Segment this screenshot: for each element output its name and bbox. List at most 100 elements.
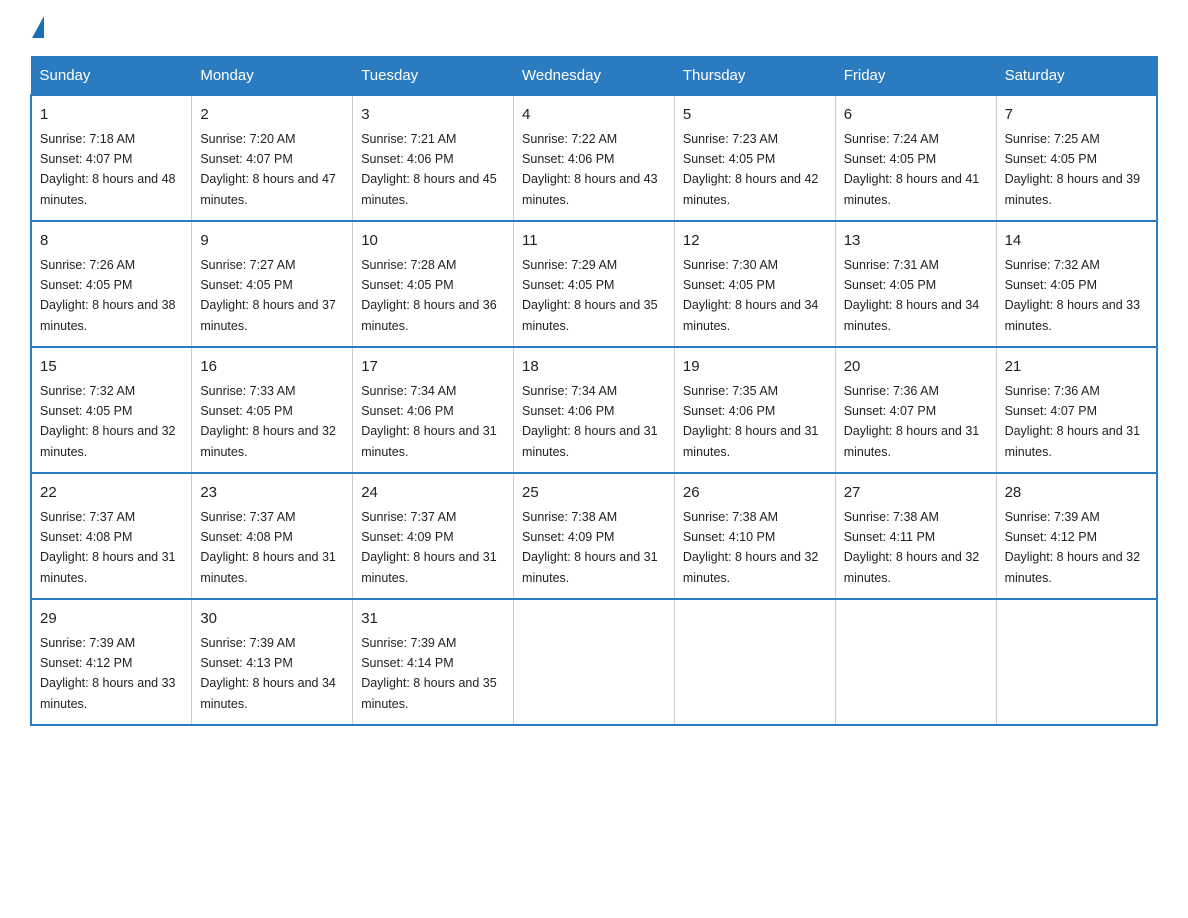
calendar-cell: 27 Sunrise: 7:38 AMSunset: 4:11 PMDayligh… <box>835 473 996 599</box>
page-header <box>30 20 1158 38</box>
day-number: 19 <box>683 356 827 379</box>
calendar-cell: 12 Sunrise: 7:30 AMSunset: 4:05 PMDayligh… <box>674 221 835 347</box>
day-info: Sunrise: 7:36 AMSunset: 4:07 PMDaylight:… <box>1005 384 1141 459</box>
calendar-cell <box>514 599 675 725</box>
day-info: Sunrise: 7:26 AMSunset: 4:05 PMDaylight:… <box>40 258 176 333</box>
calendar-cell: 18 Sunrise: 7:34 AMSunset: 4:06 PMDayligh… <box>514 347 675 473</box>
logo-text <box>30 20 44 38</box>
calendar-cell: 15Sunrise: 7:32 AMSunset: 4:05 PMDayligh… <box>31 347 192 473</box>
day-info: Sunrise: 7:39 AMSunset: 4:13 PMDaylight:… <box>200 636 336 711</box>
calendar-cell: 24 Sunrise: 7:37 AMSunset: 4:09 PMDayligh… <box>353 473 514 599</box>
day-info: Sunrise: 7:22 AMSunset: 4:06 PMDaylight:… <box>522 132 658 207</box>
day-number: 14 <box>1005 230 1148 253</box>
day-number: 16 <box>200 356 344 379</box>
day-info: Sunrise: 7:34 AMSunset: 4:06 PMDaylight:… <box>522 384 658 459</box>
day-info: Sunrise: 7:34 AMSunset: 4:06 PMDaylight:… <box>361 384 497 459</box>
day-info: Sunrise: 7:37 AMSunset: 4:08 PMDaylight:… <box>40 510 176 585</box>
day-info: Sunrise: 7:30 AMSunset: 4:05 PMDaylight:… <box>683 258 819 333</box>
day-number: 5 <box>683 104 827 127</box>
day-number: 7 <box>1005 104 1148 127</box>
day-number: 22 <box>40 482 183 505</box>
calendar-cell: 9 Sunrise: 7:27 AMSunset: 4:05 PMDaylight… <box>192 221 353 347</box>
day-number: 25 <box>522 482 666 505</box>
day-number: 1 <box>40 104 183 127</box>
day-number: 8 <box>40 230 183 253</box>
week-row-2: 8 Sunrise: 7:26 AMSunset: 4:05 PMDaylight… <box>31 221 1157 347</box>
calendar-cell: 13Sunrise: 7:31 AMSunset: 4:05 PMDayligh… <box>835 221 996 347</box>
day-number: 21 <box>1005 356 1148 379</box>
day-number: 11 <box>522 230 666 253</box>
weekday-header-friday: Friday <box>835 57 996 96</box>
calendar-cell: 5 Sunrise: 7:23 AMSunset: 4:05 PMDaylight… <box>674 95 835 221</box>
day-number: 6 <box>844 104 988 127</box>
weekday-header-row: SundayMondayTuesdayWednesdayThursdayFrid… <box>31 57 1157 96</box>
day-info: Sunrise: 7:35 AMSunset: 4:06 PMDaylight:… <box>683 384 819 459</box>
day-info: Sunrise: 7:38 AMSunset: 4:10 PMDaylight:… <box>683 510 819 585</box>
day-info: Sunrise: 7:39 AMSunset: 4:14 PMDaylight:… <box>361 636 497 711</box>
day-number: 24 <box>361 482 505 505</box>
calendar-cell: 26 Sunrise: 7:38 AMSunset: 4:10 PMDayligh… <box>674 473 835 599</box>
calendar-cell: 7Sunrise: 7:25 AMSunset: 4:05 PMDaylight… <box>996 95 1157 221</box>
day-info: Sunrise: 7:32 AMSunset: 4:05 PMDaylight:… <box>1005 258 1141 333</box>
calendar-cell: 6Sunrise: 7:24 AMSunset: 4:05 PMDaylight… <box>835 95 996 221</box>
calendar-table: SundayMondayTuesdayWednesdayThursdayFrid… <box>30 56 1158 726</box>
weekday-header-sunday: Sunday <box>31 57 192 96</box>
day-number: 17 <box>361 356 505 379</box>
calendar-cell: 10 Sunrise: 7:28 AMSunset: 4:05 PMDayligh… <box>353 221 514 347</box>
day-number: 4 <box>522 104 666 127</box>
day-info: Sunrise: 7:38 AMSunset: 4:11 PMDaylight:… <box>844 510 980 585</box>
calendar-cell: 22 Sunrise: 7:37 AMSunset: 4:08 PMDayligh… <box>31 473 192 599</box>
day-number: 29 <box>40 608 183 631</box>
calendar-cell: 16 Sunrise: 7:33 AMSunset: 4:05 PMDayligh… <box>192 347 353 473</box>
calendar-cell: 4 Sunrise: 7:22 AMSunset: 4:06 PMDaylight… <box>514 95 675 221</box>
day-info: Sunrise: 7:37 AMSunset: 4:09 PMDaylight:… <box>361 510 497 585</box>
day-number: 2 <box>200 104 344 127</box>
day-info: Sunrise: 7:23 AMSunset: 4:05 PMDaylight:… <box>683 132 819 207</box>
day-number: 18 <box>522 356 666 379</box>
calendar-cell: 3Sunrise: 7:21 AMSunset: 4:06 PMDaylight… <box>353 95 514 221</box>
day-info: Sunrise: 7:39 AMSunset: 4:12 PMDaylight:… <box>1005 510 1141 585</box>
calendar-cell: 19 Sunrise: 7:35 AMSunset: 4:06 PMDayligh… <box>674 347 835 473</box>
day-number: 9 <box>200 230 344 253</box>
calendar-cell: 23 Sunrise: 7:37 AMSunset: 4:08 PMDayligh… <box>192 473 353 599</box>
day-number: 23 <box>200 482 344 505</box>
week-row-5: 29Sunrise: 7:39 AMSunset: 4:12 PMDayligh… <box>31 599 1157 725</box>
calendar-cell: 21 Sunrise: 7:36 AMSunset: 4:07 PMDayligh… <box>996 347 1157 473</box>
calendar-cell: 2Sunrise: 7:20 AMSunset: 4:07 PMDaylight… <box>192 95 353 221</box>
day-info: Sunrise: 7:38 AMSunset: 4:09 PMDaylight:… <box>522 510 658 585</box>
week-row-3: 15Sunrise: 7:32 AMSunset: 4:05 PMDayligh… <box>31 347 1157 473</box>
calendar-cell: 28 Sunrise: 7:39 AMSunset: 4:12 PMDayligh… <box>996 473 1157 599</box>
week-row-1: 1 Sunrise: 7:18 AMSunset: 4:07 PMDaylight… <box>31 95 1157 221</box>
day-number: 3 <box>361 104 505 127</box>
day-info: Sunrise: 7:31 AMSunset: 4:05 PMDaylight:… <box>844 258 980 333</box>
calendar-cell <box>996 599 1157 725</box>
day-number: 31 <box>361 608 505 631</box>
logo-triangle-icon <box>32 16 44 38</box>
calendar-cell: 25 Sunrise: 7:38 AMSunset: 4:09 PMDayligh… <box>514 473 675 599</box>
day-number: 26 <box>683 482 827 505</box>
day-number: 20 <box>844 356 988 379</box>
day-info: Sunrise: 7:27 AMSunset: 4:05 PMDaylight:… <box>200 258 336 333</box>
day-number: 10 <box>361 230 505 253</box>
logo <box>30 20 44 38</box>
day-number: 12 <box>683 230 827 253</box>
day-info: Sunrise: 7:29 AMSunset: 4:05 PMDaylight:… <box>522 258 658 333</box>
calendar-cell: 30Sunrise: 7:39 AMSunset: 4:13 PMDayligh… <box>192 599 353 725</box>
day-info: Sunrise: 7:18 AMSunset: 4:07 PMDaylight:… <box>40 132 176 207</box>
day-info: Sunrise: 7:28 AMSunset: 4:05 PMDaylight:… <box>361 258 497 333</box>
day-info: Sunrise: 7:36 AMSunset: 4:07 PMDaylight:… <box>844 384 980 459</box>
weekday-header-monday: Monday <box>192 57 353 96</box>
day-number: 27 <box>844 482 988 505</box>
calendar-cell <box>674 599 835 725</box>
day-info: Sunrise: 7:37 AMSunset: 4:08 PMDaylight:… <box>200 510 336 585</box>
day-info: Sunrise: 7:33 AMSunset: 4:05 PMDaylight:… <box>200 384 336 459</box>
weekday-header-tuesday: Tuesday <box>353 57 514 96</box>
calendar-cell: 31 Sunrise: 7:39 AMSunset: 4:14 PMDayligh… <box>353 599 514 725</box>
calendar-cell: 20 Sunrise: 7:36 AMSunset: 4:07 PMDayligh… <box>835 347 996 473</box>
weekday-header-thursday: Thursday <box>674 57 835 96</box>
day-number: 28 <box>1005 482 1148 505</box>
calendar-cell: 11 Sunrise: 7:29 AMSunset: 4:05 PMDayligh… <box>514 221 675 347</box>
calendar-cell: 29Sunrise: 7:39 AMSunset: 4:12 PMDayligh… <box>31 599 192 725</box>
calendar-cell: 1 Sunrise: 7:18 AMSunset: 4:07 PMDaylight… <box>31 95 192 221</box>
weekday-header-saturday: Saturday <box>996 57 1157 96</box>
